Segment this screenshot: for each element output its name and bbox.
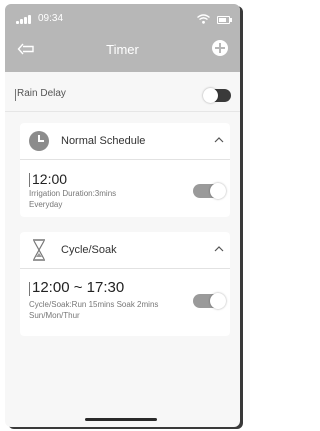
schedule-time: 12:00 ~ 17:30	[32, 279, 125, 296]
schedule-days: Sun/Mon/Thur	[29, 311, 80, 320]
battery-icon	[217, 16, 232, 24]
add-timer-button[interactable]	[212, 40, 228, 56]
card-header[interactable]: Cycle/Soak	[20, 232, 230, 268]
divider	[5, 111, 240, 112]
card-header[interactable]: Normal Schedule	[20, 123, 230, 159]
rain-delay-toggle[interactable]	[203, 88, 231, 103]
chevron-up-icon[interactable]	[214, 136, 224, 144]
normal-schedule-card: Normal Schedule 12:00 Irrigation Duratio…	[20, 123, 230, 217]
rain-delay-label: Rain Delay	[17, 88, 66, 99]
status-time: 09:34	[38, 13, 64, 24]
status-bar: 09:34	[5, 4, 240, 32]
card-title: Cycle/Soak	[61, 244, 117, 256]
schedule-toggle[interactable]	[193, 183, 226, 199]
card-title: Normal Schedule	[61, 135, 146, 147]
chevron-up-icon[interactable]	[214, 245, 224, 253]
schedule-time: 12:00	[32, 171, 68, 187]
cycle-soak-card: Cycle/Soak 12:00 ~ 17:30 Cycle/Soak:Run …	[20, 232, 230, 336]
app-header: 09:34 Timer	[5, 4, 240, 72]
page-title: Timer	[106, 42, 139, 57]
wifi-icon	[197, 14, 210, 24]
hourglass-icon	[33, 239, 45, 261]
schedule-toggle[interactable]	[193, 293, 226, 309]
rain-delay-row: Rain Delay	[5, 80, 240, 110]
phone-screen: 09:34 Timer Rain Delay Normal Schedule 1…	[5, 4, 240, 427]
schedule-duration: Irrigation Duration:3mins	[29, 189, 117, 198]
signal-icon	[16, 15, 32, 24]
schedule-duration: Cycle/Soak:Run 15mins Soak 2mins	[29, 300, 159, 309]
clock-icon	[29, 131, 49, 151]
home-indicator	[85, 418, 157, 421]
schedule-days: Everyday	[29, 200, 63, 209]
